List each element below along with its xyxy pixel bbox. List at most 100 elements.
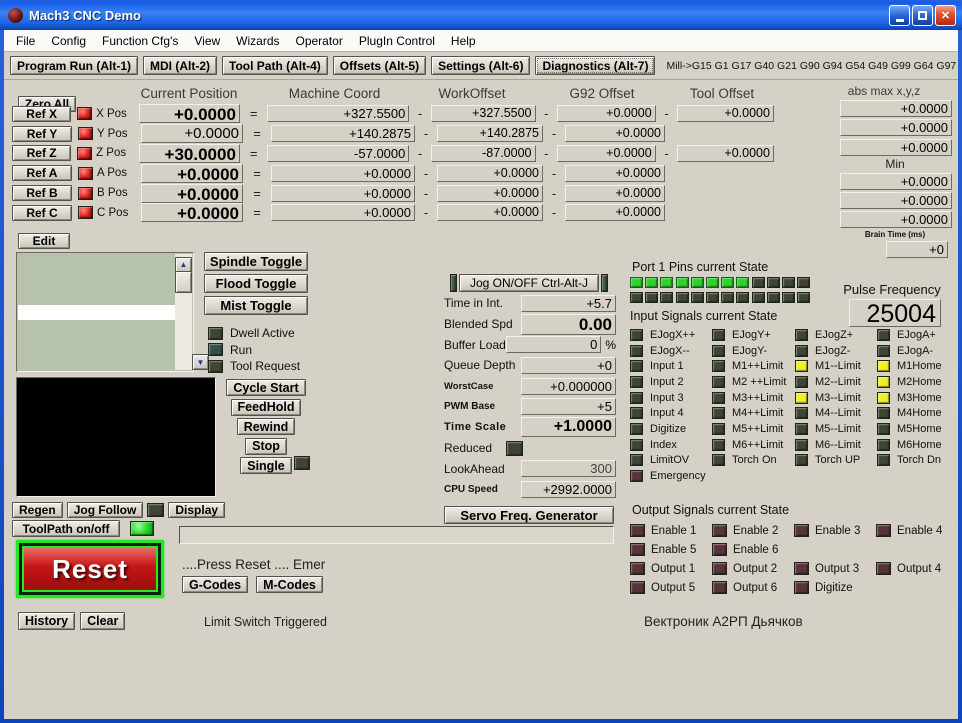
toggle-button[interactable]: Flood Toggle [204,274,308,293]
ref-axis-button[interactable]: Ref A [12,165,72,182]
ref-axis-button[interactable]: Ref C [12,204,72,221]
dro-brain-time[interactable]: +0 [886,241,948,259]
toolpath-display[interactable] [16,377,216,497]
menu-item[interactable]: PlugIn Control [351,32,443,50]
minus-sign: - [423,165,429,181]
signal-led [877,422,890,435]
status-led [208,359,223,373]
close-button[interactable]: ✕ [935,4,956,26]
servo-freq-generator-button[interactable]: Servo Freq. Generator [444,506,614,524]
dro-current-position[interactable]: +0.0000 [141,124,243,144]
dro-work-offset[interactable]: +0.0000 [437,204,543,222]
dro-g92-offset[interactable]: +0.0000 [557,105,656,123]
dro-current-position[interactable]: +30.0000 [139,143,240,164]
m-codes-button[interactable]: M-Codes [256,576,323,593]
status-history-list[interactable]: ▲ ▼ [16,252,209,372]
regen-button[interactable]: Regen [12,502,63,518]
dro-tool-offset[interactable]: +0.0000 [677,144,774,162]
dro-tool-offset[interactable]: +0.0000 [677,105,774,123]
output-signals-row4: Output 5 Output 6 Digitize [630,581,876,594]
ref-axis-button[interactable]: Ref X [12,105,72,122]
ref-axis-button[interactable]: Ref Z [12,145,72,162]
scrollbar-thumb[interactable] [175,271,192,293]
menu-item[interactable]: Config [43,32,94,50]
screen-tab[interactable]: MDI (Alt-2) [143,56,217,75]
jog-follow-button[interactable]: Jog Follow [66,502,144,518]
g-codes-button[interactable]: G-Codes [182,576,249,593]
dro-current-position[interactable]: +0.0000 [139,104,240,124]
dro-g92-offset[interactable]: +0.0000 [557,144,656,162]
scroll-down-button[interactable]: ▼ [192,354,209,370]
reset-button[interactable]: Reset [22,546,158,592]
dro-current-position[interactable]: +0.0000 [141,163,243,184]
dro-machine-coord[interactable]: +327.5500 [267,105,410,123]
dro-machine-coord[interactable]: +0.0000 [271,164,415,182]
dro-work-offset[interactable]: +0.0000 [437,184,543,202]
dro-abs-max[interactable]: +0.0000 [840,138,952,156]
input-signal: M6Home [877,437,959,453]
dro-abs-min[interactable]: +0.0000 [840,191,952,209]
signal-led [630,454,643,467]
dro-work-offset[interactable]: -87.0000 [431,144,536,162]
menu-item[interactable]: File [8,32,43,50]
stat-row: Time in Int. +5.7 [444,293,616,314]
clear-button[interactable]: Clear [80,612,126,630]
dro-current-position[interactable]: +0.0000 [141,203,243,223]
transport-button[interactable]: Stop [245,437,287,455]
signal-led [630,562,645,575]
signal-label: M4--Limit [815,407,861,420]
dro-work-offset[interactable]: +0.0000 [437,164,543,182]
dro-g92-offset[interactable]: +0.0000 [565,184,665,202]
history-button[interactable]: History [18,612,76,630]
dro-machine-coord[interactable]: +140.2875 [271,125,415,143]
menu-item[interactable]: View [186,32,228,50]
jog-onoff-button[interactable]: Jog ON/OFF Ctrl-Alt-J [459,274,599,292]
menu-item[interactable]: Wizards [228,32,287,50]
dro-abs-min[interactable]: +0.0000 [840,172,952,190]
ref-axis-button[interactable]: Ref B [12,185,72,202]
signal-led [712,344,725,357]
menu-item[interactable]: Operator [288,32,351,50]
dro-g92-offset[interactable]: +0.0000 [565,125,665,143]
dro-machine-coord[interactable]: -57.0000 [267,144,410,162]
menu-item[interactable]: Function Cfg's [94,32,186,50]
dro-g92-offset[interactable]: +0.0000 [565,164,665,182]
axis-label: B Pos [97,187,128,200]
scrollbar[interactable]: ▲ ▼ [175,254,209,370]
screen-tab[interactable]: Tool Path (Alt-4) [222,56,328,75]
titlebar[interactable]: Mach3 CNC Demo ✕ [0,0,962,30]
mdi-input[interactable] [179,526,614,544]
screen-tab[interactable]: Diagnostics (Alt-7) [535,56,656,75]
ref-axis-button[interactable]: Ref Y [12,125,72,142]
dro-g92-offset[interactable]: +0.0000 [565,204,665,222]
dro-current-position[interactable]: +0.0000 [141,183,243,204]
dro-work-offset[interactable]: +327.5500 [431,105,536,123]
signal-led [712,375,725,388]
toggle-button[interactable]: Mist Toggle [204,296,308,315]
toolpath-onoff-button[interactable]: ToolPath on/off [12,520,120,537]
dro-abs-max[interactable]: +0.0000 [840,119,952,137]
screen-tab[interactable]: Program Run (Alt-1) [10,56,138,75]
pin-led [797,292,811,303]
dro-abs-max[interactable]: +0.0000 [840,100,952,118]
maximize-button[interactable] [912,4,933,26]
dro-abs-min[interactable]: +0.0000 [840,211,952,229]
screen-tab[interactable]: Settings (Alt-6) [431,56,531,75]
toggle-button[interactable]: Spindle Toggle [204,252,308,271]
transport-button[interactable]: Cycle Start [226,379,306,396]
display-button[interactable]: Display [168,502,226,518]
minimize-button[interactable] [889,4,910,26]
transport-button[interactable]: Single [240,457,292,474]
transport-button[interactable]: FeedHold [230,398,302,416]
menu-item[interactable]: Help [443,32,484,50]
edit-button[interactable]: Edit [18,233,70,249]
stat-row: LookAhead 300 [444,459,616,480]
input-signal: EJogX++ [630,327,712,343]
pin-led [690,277,704,288]
dro-machine-coord[interactable]: +0.0000 [271,204,415,222]
selected-list-row[interactable] [18,305,176,320]
dro-machine-coord[interactable]: +0.0000 [271,184,415,202]
transport-button[interactable]: Rewind [236,418,296,435]
dro-work-offset[interactable]: +140.2875 [437,125,543,143]
screen-tab[interactable]: Offsets (Alt-5) [332,56,427,75]
